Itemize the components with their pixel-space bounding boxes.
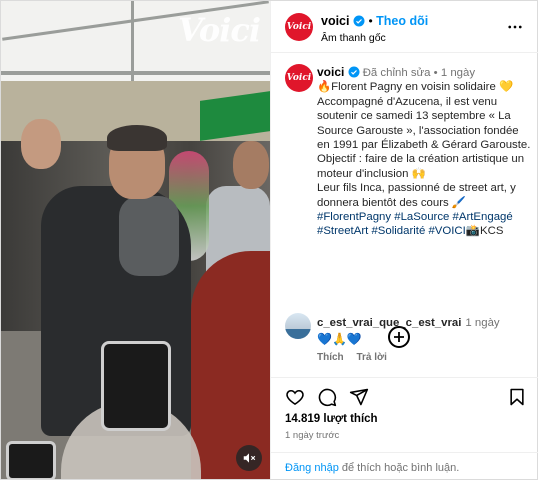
comment-item: c_est_vrai_que_c_est_vrai 1 ngày 💙🙏💙 Thíc… [285, 313, 535, 373]
voici-watermark: Voici [177, 11, 261, 49]
post-actions: 14.819 lượt thích 1 ngày trước Đăng nhập… [271, 377, 538, 477]
login-prompt-text: để thích hoặc bình luận. [341, 462, 460, 474]
video-main-person-hair [107, 125, 167, 151]
video-phone-small [6, 441, 56, 479]
caption-line-1: 🔥Florent Pagny en voisin solidaire 💛 [317, 81, 514, 94]
post-header: Voici voici • Theo dõi Âm thanh gốc [271, 1, 538, 53]
post-caption: Voici voici Đã chỉnh sửa • 1 ngày 🔥Flore… [271, 54, 538, 348]
caption-line-3: Objectif : faire de la création artistiq… [317, 153, 525, 180]
author-avatar[interactable]: Voici [285, 13, 313, 41]
hashtag-link[interactable]: #FlorentPagny [317, 211, 391, 223]
commenter-line: c_est_vrai_que_c_est_vrai 1 ngày [317, 317, 500, 329]
video-bystander-left [21, 119, 61, 169]
hashtag-link[interactable]: #StreetArt [317, 225, 368, 237]
bookmark-icon[interactable] [507, 387, 527, 407]
heart-icon[interactable] [285, 387, 305, 407]
comment-like-link[interactable]: Thích [317, 352, 344, 363]
more-options-icon[interactable] [506, 18, 524, 36]
video-phone [101, 341, 171, 431]
login-prompt: Đăng nhập để thích hoặc bình luận. [271, 452, 538, 478]
post-timestamp: 1 ngày trước [285, 430, 340, 441]
mute-button[interactable] [236, 445, 262, 471]
photo-credit: 📸KCS [465, 225, 504, 238]
video-main-person-scarf [119, 196, 179, 276]
caption-text: voici Đã chỉnh sửa • 1 ngày 🔥Florent Pag… [317, 65, 533, 239]
video-foreground-red-hair [191, 251, 270, 479]
hashtag-link[interactable]: #VOICI [428, 225, 465, 237]
follow-button[interactable]: Theo dõi [376, 14, 428, 28]
post-video[interactable]: Voici [1, 1, 270, 479]
caption-line-4: Leur fils Inca, passionné de street art,… [317, 182, 516, 209]
commenter-username[interactable]: c_est_vrai_que_c_est_vrai [317, 317, 461, 329]
edited-label: Đã chỉnh sửa [362, 67, 431, 79]
post-sidebar: Voici voici • Theo dõi Âm thanh gốc Voic… [270, 1, 538, 479]
author-username[interactable]: voici [321, 14, 350, 28]
hashtag-link[interactable]: #LaSource [394, 211, 449, 223]
video-tent-pole [131, 1, 134, 81]
caption-username[interactable]: voici [317, 65, 344, 79]
hashtag-link[interactable]: #ArtEngagé [453, 211, 513, 223]
speaker-muted-icon [243, 453, 256, 463]
comment-reply-link[interactable]: Trả lời [356, 352, 386, 363]
verified-badge-icon [353, 15, 365, 27]
login-link[interactable]: Đăng nhập [285, 462, 339, 474]
verified-badge-icon [348, 66, 360, 78]
separator-dot: • [368, 14, 373, 28]
separator-dot: • [433, 67, 438, 79]
commenter-avatar[interactable] [285, 313, 311, 339]
comment-text: 💙🙏💙 [317, 332, 362, 346]
comment-icon[interactable] [317, 387, 337, 407]
video-tent-frame [1, 71, 270, 75]
comment-time: 1 ngày [465, 317, 500, 329]
video-bystander-right [233, 141, 269, 189]
author-line: voici • Theo dõi [321, 14, 428, 28]
share-icon[interactable] [349, 387, 369, 407]
audio-link[interactable]: Âm thanh gốc [321, 32, 386, 44]
comment-actions: Thích Trả lời [317, 352, 397, 363]
like-count[interactable]: 14.819 lượt thích [285, 413, 378, 425]
hashtag-link[interactable]: #Solidarité [371, 225, 425, 237]
caption-time[interactable]: 1 ngày [441, 67, 475, 79]
caption-avatar[interactable]: Voici [285, 64, 313, 92]
caption-line-2: Accompagné d'Azucena, il est venu souten… [317, 95, 531, 152]
